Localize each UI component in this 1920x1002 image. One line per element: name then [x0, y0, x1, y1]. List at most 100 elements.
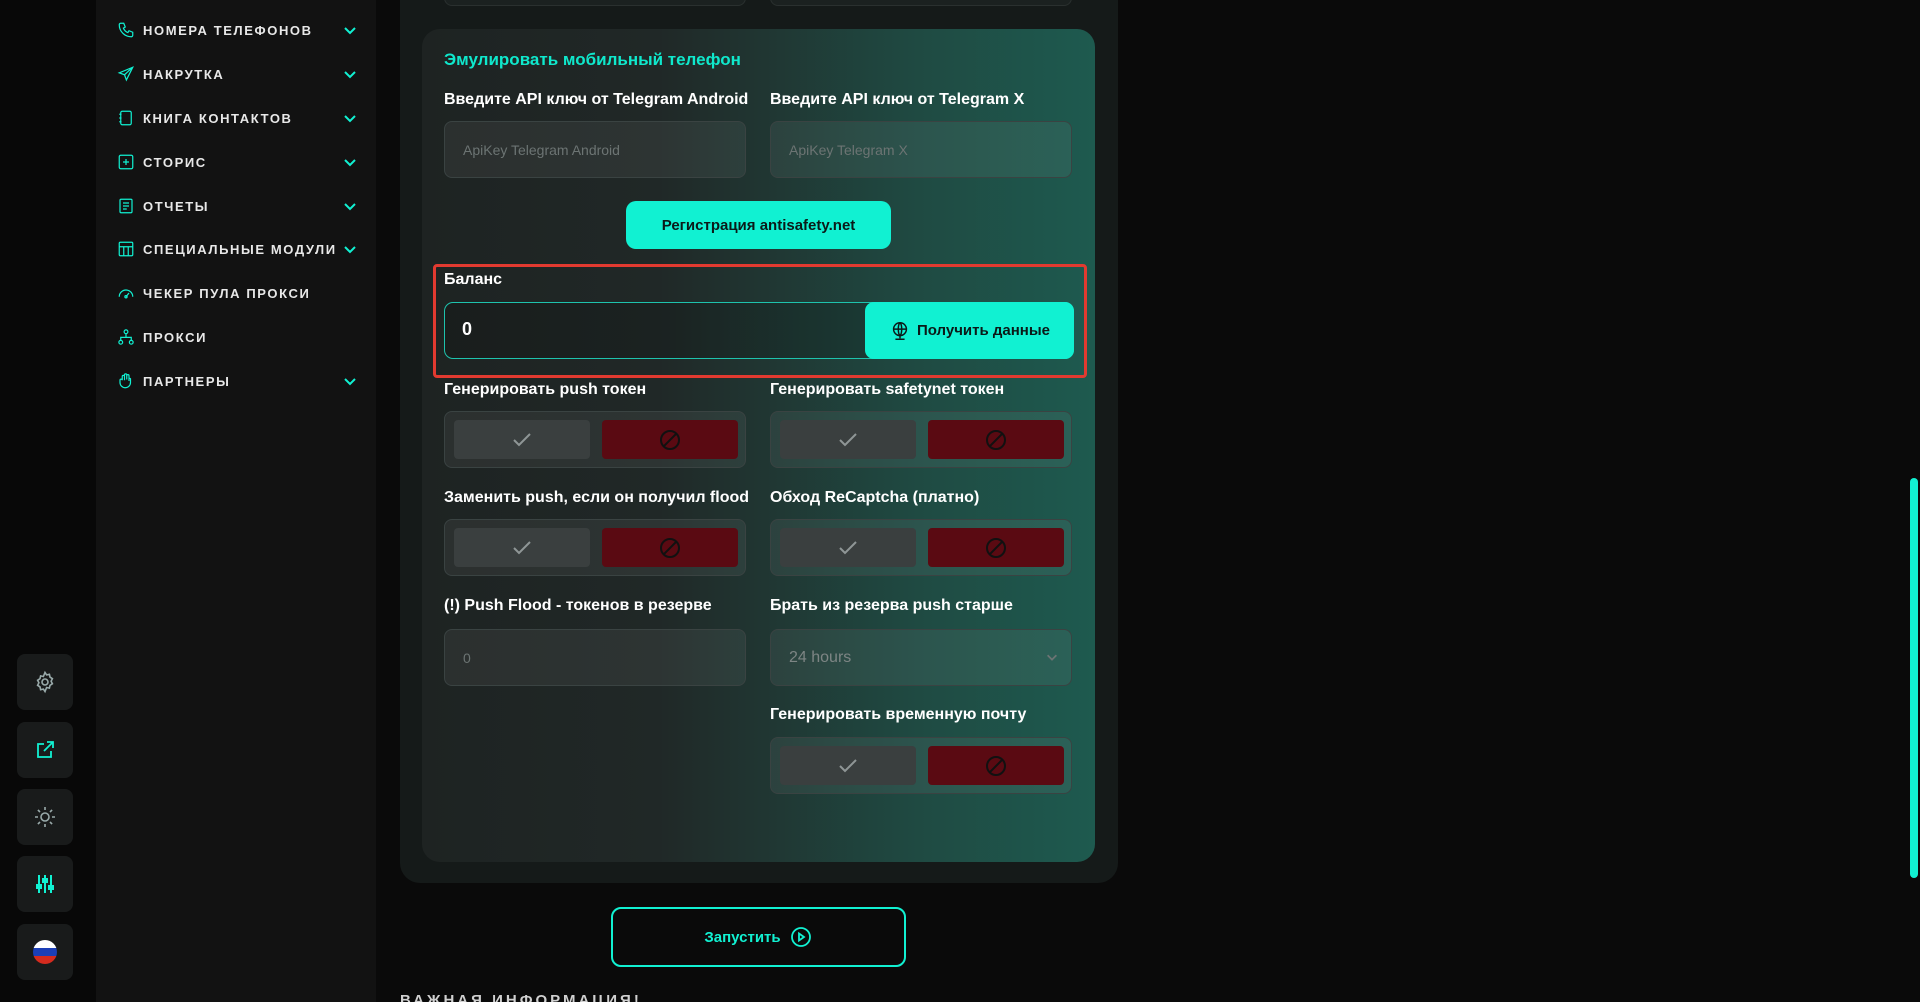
block-icon — [660, 429, 680, 450]
balance-label: Баланс — [444, 271, 503, 288]
theme-toggle-button[interactable] — [17, 789, 73, 845]
sidebar-item-label: ЧЕКЕР ПУЛА ПРОКСИ — [143, 285, 311, 301]
report-icon — [116, 196, 136, 216]
recaptcha-label: Обход ReCaptcha (платно) — [770, 489, 980, 506]
gauge-icon — [116, 283, 136, 303]
api-x-label: Введите API ключ от Telegram X — [770, 91, 1025, 108]
external-link-icon — [37, 741, 54, 758]
language-button[interactable] — [17, 924, 73, 980]
reserve-select-value: 24 hours — [789, 648, 852, 666]
block-icon — [986, 755, 1006, 776]
sidebar-item-phones[interactable]: НОМЕРА ТЕЛЕФОНОВ — [116, 16, 358, 44]
check-icon — [513, 540, 531, 554]
sidebar-item-proxy-checker[interactable]: ЧЕКЕР ПУЛА ПРОКСИ — [116, 279, 358, 307]
sidebar-item-reports[interactable]: ОТЧЕТЫ — [116, 192, 358, 220]
check-icon — [513, 432, 531, 446]
sidebar-item-label: НОМЕРА ТЕЛЕФОНОВ — [143, 22, 313, 38]
safetynet-toggle — [770, 411, 1072, 468]
sidebar-item-contacts[interactable]: КНИГА КОНТАКТОВ — [116, 104, 358, 132]
sidebar: НОМЕРА ТЕЛЕФОНОВ НАКРУТКА КНИГА КОНТАКТО… — [96, 0, 376, 1002]
sidebar-item-boost[interactable]: НАКРУТКА — [116, 60, 358, 88]
russia-flag-icon — [33, 940, 57, 964]
get-data-button[interactable]: Получить данные — [865, 302, 1074, 359]
settings-button[interactable] — [17, 654, 73, 710]
block-icon — [986, 429, 1006, 450]
sidebar-item-partners[interactable]: ПАРТНЕРЫ — [116, 367, 358, 395]
check-icon — [839, 540, 857, 554]
previous-field[interactable] — [444, 0, 746, 6]
sliders-button[interactable] — [17, 856, 73, 912]
sidebar-item-label: ПРОКСИ — [143, 329, 208, 345]
api-android-label: Введите API ключ от Telegram Android — [444, 91, 749, 108]
sidebar-item-label: ПАРТНЕРЫ — [143, 373, 231, 389]
get-data-label: Получить данные — [916, 322, 1051, 339]
chevron-down-icon — [344, 71, 356, 79]
sidebar-item-label: ОТЧЕТЫ — [143, 198, 210, 214]
contacts-book-icon — [116, 108, 136, 128]
temp-mail-label: Генерировать временную почту — [770, 706, 1027, 723]
hand-icon — [116, 371, 136, 391]
push-token-toggle — [444, 411, 746, 468]
reserve-select[interactable]: 24 hours — [770, 629, 1072, 686]
sidebar-item-label: НАКРУТКА — [143, 66, 225, 82]
modules-icon — [116, 239, 136, 259]
enable-option[interactable] — [780, 420, 916, 459]
phone-icon — [116, 20, 136, 40]
disable-option[interactable] — [928, 420, 1064, 459]
check-icon — [839, 432, 857, 446]
external-link-button[interactable] — [17, 722, 73, 778]
chevron-down-icon — [344, 27, 356, 35]
previous-field[interactable] — [770, 0, 1072, 6]
enable-option[interactable] — [780, 746, 916, 785]
api-android-input[interactable]: ApiKey Telegram Android — [444, 121, 746, 178]
plus-square-icon — [116, 152, 136, 172]
enable-option[interactable] — [454, 528, 590, 567]
chevron-down-icon — [344, 115, 356, 123]
chevron-down-icon — [344, 378, 356, 386]
scrollbar-thumb[interactable] — [1910, 478, 1918, 878]
replace-push-label: Заменить push, если он получил flood — [444, 489, 750, 506]
run-button-label: Запустить — [704, 928, 781, 946]
sidebar-item-special-modules[interactable]: СПЕЦИАЛЬНЫЕ МОДУЛИ — [116, 235, 358, 263]
sidebar-item-label: СПЕЦИАЛЬНЫЕ МОДУЛИ — [143, 241, 337, 257]
safetynet-label: Генерировать safetynet токен — [770, 381, 1005, 398]
chevron-down-icon — [344, 203, 356, 211]
push-token-label: Генерировать push токен — [444, 381, 647, 398]
sidebar-item-proxy[interactable]: ПРОКСИ — [116, 323, 358, 351]
register-antisafety-button[interactable]: Регистрация antisafety.net — [626, 201, 891, 249]
paper-plane-icon — [116, 64, 136, 84]
sun-icon — [35, 807, 55, 827]
reserve-label: Брать из резерва push старше — [770, 597, 1013, 614]
api-x-input[interactable]: ApiKey Telegram X — [770, 121, 1072, 178]
chevron-down-icon — [1047, 654, 1057, 661]
left-rail — [0, 0, 96, 1002]
chevron-down-icon — [344, 246, 356, 254]
sidebar-item-label: КНИГА КОНТАКТОВ — [143, 110, 293, 126]
temp-mail-toggle — [770, 737, 1072, 794]
push-flood-label: (!) Push Flood - токенов в резерве — [444, 597, 712, 614]
chevron-down-icon — [344, 159, 356, 167]
disable-option[interactable] — [602, 528, 738, 567]
globe-network-icon — [892, 321, 908, 340]
recaptcha-toggle — [770, 519, 1072, 576]
disable-option[interactable] — [928, 746, 1064, 785]
replace-push-toggle — [444, 519, 746, 576]
run-button[interactable]: Запустить — [611, 907, 906, 967]
block-icon — [660, 537, 680, 558]
sidebar-item-label: СТОРИС — [143, 154, 207, 170]
push-flood-input[interactable]: 0 — [444, 629, 746, 686]
check-icon — [839, 758, 857, 772]
important-info-heading: ВАЖНАЯ ИНФОРМАЦИЯ! — [400, 992, 642, 1002]
network-icon — [116, 327, 136, 347]
balance-value: 0 — [462, 319, 473, 339]
enable-option[interactable] — [780, 528, 916, 567]
sidebar-item-stories[interactable]: СТОРИС — [116, 148, 358, 176]
play-circle-icon — [790, 927, 811, 947]
gear-icon — [36, 670, 54, 694]
sliders-icon — [36, 875, 54, 893]
disable-option[interactable] — [602, 420, 738, 459]
enable-option[interactable] — [454, 420, 590, 459]
section-title: Эмулировать мобильный телефон — [444, 50, 741, 69]
disable-option[interactable] — [928, 528, 1064, 567]
block-icon — [986, 537, 1006, 558]
